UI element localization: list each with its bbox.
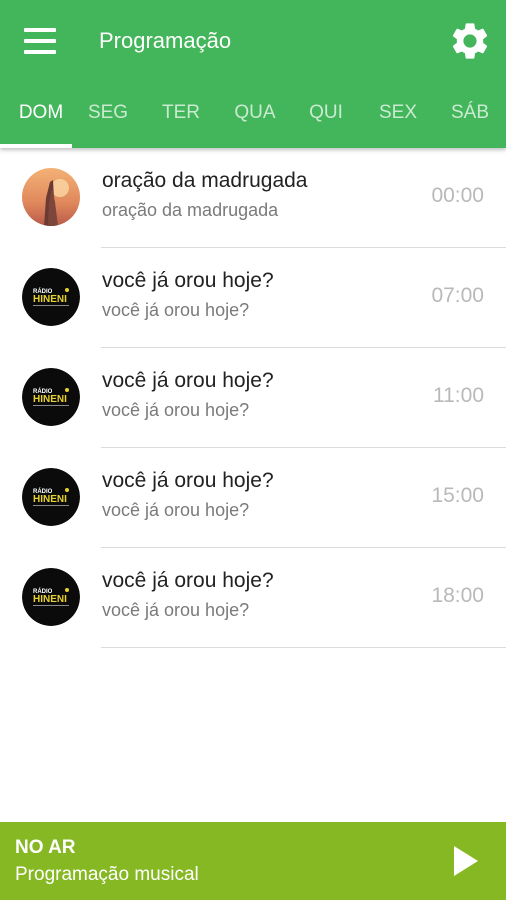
program-title: oração da madrugada — [102, 169, 308, 192]
program-title: você já orou hoje? — [102, 369, 274, 392]
radio-hineni-logo: RÁDIO HINENI — [22, 468, 80, 526]
program-time: 00:00 — [431, 184, 484, 207]
now-playing-program: Programação musical — [15, 864, 199, 885]
program-title: você já orou hoje? — [102, 469, 274, 492]
schedule-item[interactable]: RÁDIO HINENI você já orou hoje? você já … — [0, 348, 506, 448]
tab-dom[interactable]: DOM — [0, 90, 82, 148]
radio-hineni-logo: RÁDIO HINENI — [22, 268, 80, 326]
radio-hineni-logo: RÁDIO HINENI — [22, 368, 80, 426]
praying-hands-image — [22, 168, 80, 226]
app-bar: Programação DOM SEG TER QUA QUI SEX SÁB — [0, 0, 506, 148]
program-title: você já orou hoje? — [102, 269, 274, 292]
tab-sex[interactable]: SEX — [362, 90, 434, 148]
play-icon[interactable] — [448, 844, 482, 878]
program-time: 15:00 — [431, 484, 484, 507]
tab-sab[interactable]: SÁB — [434, 90, 506, 148]
tab-qui[interactable]: QUI — [290, 90, 362, 148]
schedule-item[interactable]: RÁDIO HINENI você já orou hoje? você já … — [0, 248, 506, 348]
tab-qua[interactable]: QUA — [219, 90, 291, 148]
now-playing-bar[interactable]: NO AR Programação musical — [0, 822, 506, 900]
program-time: 18:00 — [431, 584, 484, 607]
program-title: você já orou hoje? — [102, 569, 274, 592]
day-tabs: DOM SEG TER QUA QUI SEX SÁB — [0, 90, 506, 148]
menu-icon[interactable] — [24, 28, 56, 54]
program-time: 07:00 — [431, 284, 484, 307]
divider — [101, 647, 506, 648]
program-subtitle: você já orou hoje? — [102, 500, 250, 520]
page-title: Programação — [99, 28, 232, 53]
svg-text:HINENI: HINENI — [33, 494, 67, 505]
program-subtitle: você já orou hoje? — [102, 300, 250, 320]
now-playing-label: NO AR — [15, 837, 76, 858]
radio-hineni-logo: RÁDIO HINENI — [22, 568, 80, 626]
gear-icon[interactable] — [448, 19, 492, 63]
svg-text:HINENI: HINENI — [33, 394, 67, 405]
program-subtitle: você já orou hoje? — [102, 600, 250, 620]
schedule-list: oração da madrugada oração da madrugada … — [0, 148, 506, 648]
schedule-item[interactable]: oração da madrugada oração da madrugada … — [0, 148, 506, 248]
svg-text:HINENI: HINENI — [33, 594, 67, 605]
active-tab-indicator — [0, 144, 72, 148]
tab-seg[interactable]: SEG — [72, 90, 144, 148]
program-subtitle: você já orou hoje? — [102, 400, 250, 420]
svg-text:HINENI: HINENI — [33, 294, 67, 305]
schedule-item[interactable]: RÁDIO HINENI você já orou hoje? você já … — [0, 548, 506, 648]
schedule-item[interactable]: RÁDIO HINENI você já orou hoje? você já … — [0, 448, 506, 548]
program-time: 11:00 — [433, 384, 484, 407]
program-subtitle: oração da madrugada — [102, 200, 279, 220]
tab-ter[interactable]: TER — [145, 90, 217, 148]
